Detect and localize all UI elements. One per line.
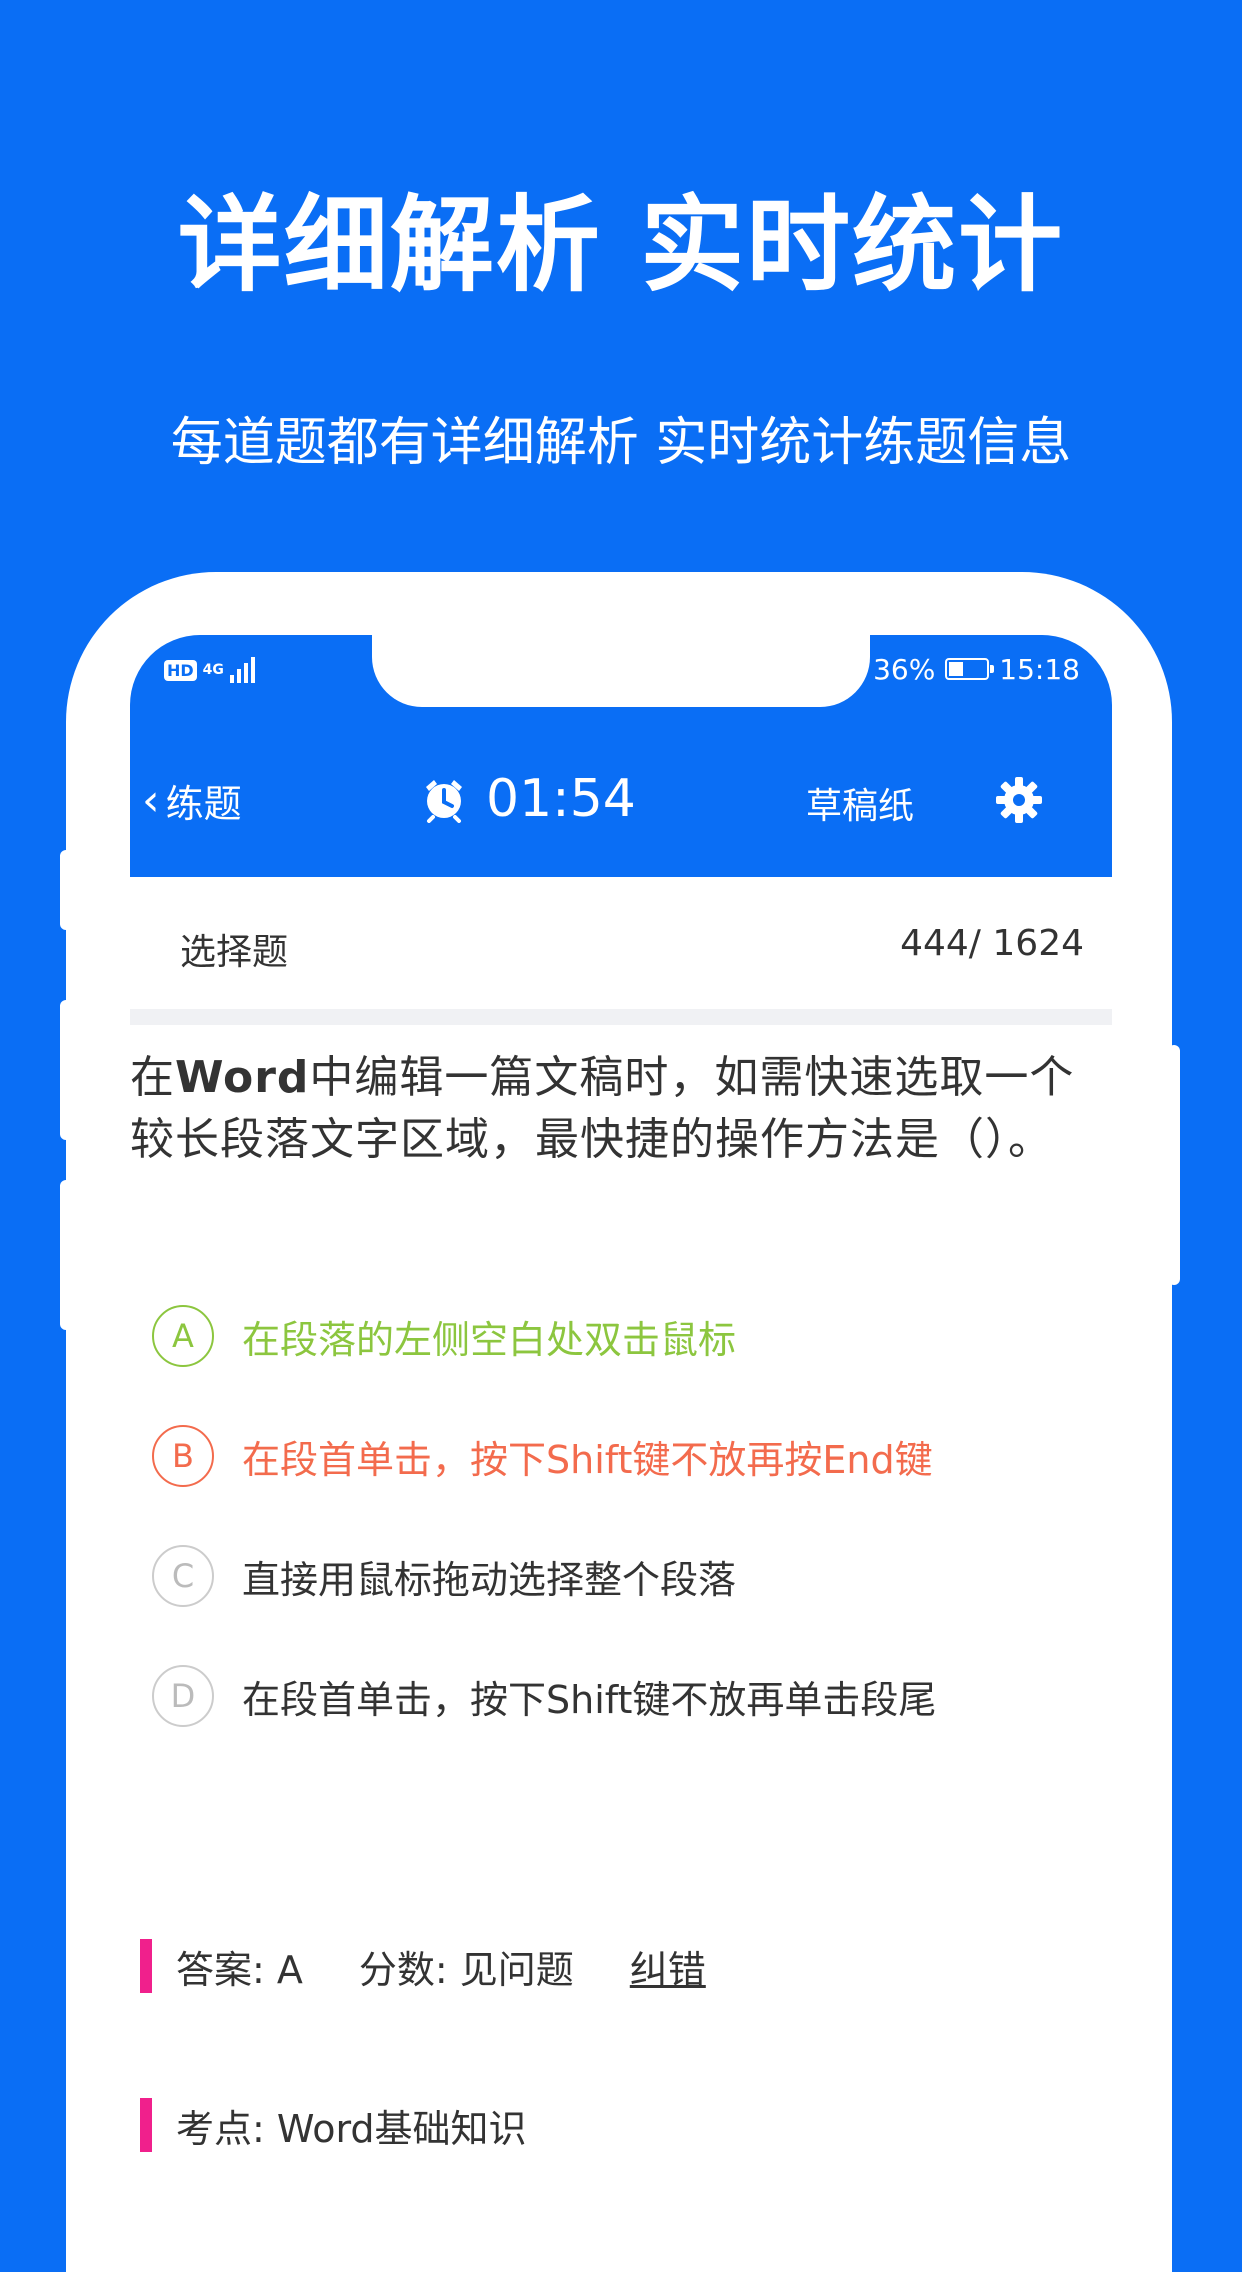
network-type: 4G [202,662,224,678]
clock: 15:18 [999,652,1080,686]
draft-paper-button[interactable]: 草稿纸 [806,777,914,829]
back-button[interactable]: ‹ 练题 [142,774,242,826]
hero-subtitle: 每道题都有详细解析 实时统计练题信息 [170,413,1072,473]
option-c[interactable]: C 直接用鼠标拖动选择整个段落 [152,1542,736,1610]
report-error-link[interactable]: 纠错 [630,1939,706,1994]
phone-side-button [60,1180,72,1330]
option-text: 在段落的左侧空白处双击鼠标 [242,1317,737,1362]
option-letter: C [152,1545,214,1607]
question-type: 选择题 [180,932,289,973]
option-letter: B [152,1425,214,1487]
question-bold: Word [175,1052,310,1103]
accent-bar [140,2098,152,2152]
option-a[interactable]: A 在段落的左侧空白处双击鼠标 [152,1302,736,1370]
app-bar: HD 4G 36% 15:18 ‹ 练题 01:54 草稿纸 [130,635,1112,877]
alarm-clock-icon [426,780,462,823]
screen-notch [372,635,870,707]
option-letter: D [152,1665,214,1727]
signal-icon [229,657,255,683]
phone-screen: HD 4G 36% 15:18 ‹ 练题 01:54 草稿纸 选择题 444/ … [130,635,1112,2235]
question-text: 在Word中编辑一篇文稿时，如需快速选取一个较长段落文字区域，最快捷的操作方法是… [130,1047,1112,1171]
question-prefix: 在 [130,1052,175,1103]
knowledge-text: 考点: Word基础知识 [176,2106,527,2151]
option-b[interactable]: B 在段首单击，按下Shift键不放再按End键 [152,1422,933,1490]
chevron-left-icon: ‹ [142,774,160,826]
option-letter: A [152,1305,214,1367]
hd-icon: HD [164,659,197,681]
option-d[interactable]: D 在段首单击，按下Shift键不放再单击段尾 [152,1662,936,1730]
option-text: 直接用鼠标拖动选择整个段落 [242,1557,737,1602]
score-text: 分数: 见问题 [358,1947,574,1992]
timer: 01:54 [420,767,636,831]
question-header: 选择题 444/ 1624 [130,877,1112,1009]
divider [130,1009,1112,1025]
hero-title: 详细解析 实时统计 [177,184,1065,306]
back-label: 练题 [165,781,242,826]
gear-icon[interactable] [994,775,1044,825]
option-text: 在段首单击，按下Shift键不放再按End键 [242,1437,933,1482]
battery-percent: 36% [873,652,936,686]
battery-icon [945,658,995,680]
answer-row: 答案: A 分数: 见问题 纠错 [140,1939,706,1993]
question-progress: 444/ 1624 [900,923,1084,964]
status-right: 36% 15:18 [873,649,1080,689]
phone-side-button [60,1000,72,1140]
phone-side-button [60,850,72,930]
phone-side-button [1168,1045,1180,1285]
accent-bar [140,1939,152,1993]
status-left: HD 4G [164,653,255,687]
option-text: 在段首单击，按下Shift键不放再单击段尾 [242,1677,937,1722]
timer-value: 01:54 [486,769,636,829]
knowledge-row: 考点: Word基础知识 [140,2098,527,2152]
answer-text: 答案: A [176,1947,303,1992]
